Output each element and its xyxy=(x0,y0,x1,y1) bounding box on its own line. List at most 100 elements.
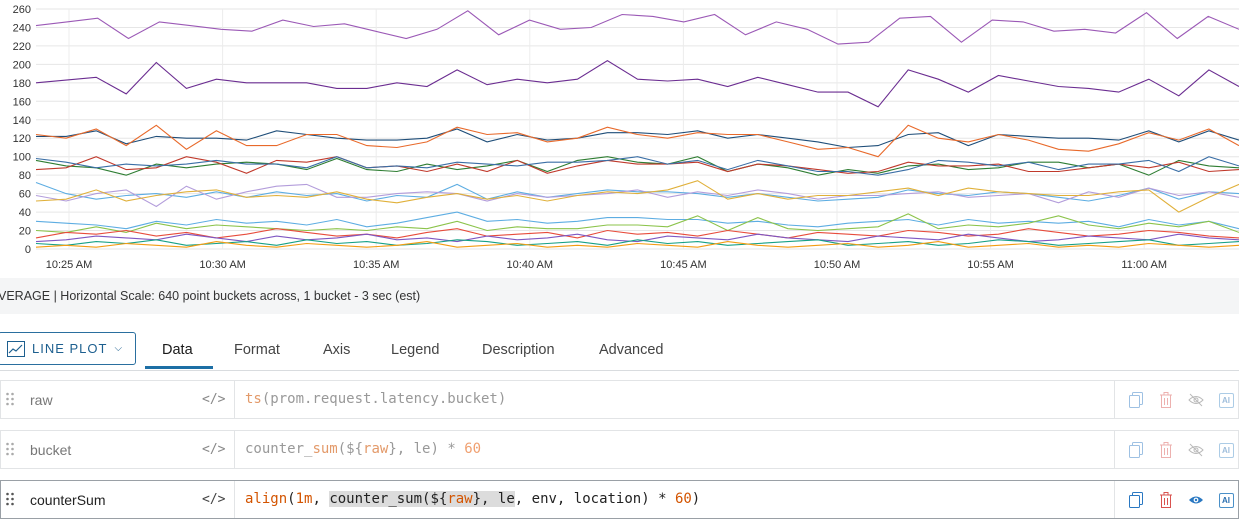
y-tick-label: 260 xyxy=(13,4,31,16)
series-line xyxy=(35,156,1239,176)
expression-token: ( xyxy=(287,491,296,507)
series-line xyxy=(35,180,1239,213)
copy-icon[interactable] xyxy=(1127,391,1145,409)
y-tick-label: 200 xyxy=(13,59,31,71)
x-tick-label: 10:35 AM xyxy=(353,259,399,271)
copy-icon[interactable] xyxy=(1127,491,1145,509)
y-tick-label: 240 xyxy=(13,22,31,34)
drag-handle-icon[interactable] xyxy=(5,442,15,458)
tab-legend[interactable]: Legend xyxy=(391,342,439,358)
x-axis-ticks: 10:25 AM 10:30 AM 10:35 AM 10:40 AM 10:45 AM… xyxy=(46,259,1167,271)
chevron-down-icon: ⌵ xyxy=(114,343,124,354)
y-tick-label: 140 xyxy=(13,115,31,127)
ai-icon-label: AI xyxy=(1218,392,1234,408)
y-tick-label: 0 xyxy=(25,244,31,256)
divider xyxy=(1114,481,1115,518)
y-tick-label: 20 xyxy=(19,226,31,238)
series-line xyxy=(35,124,1239,158)
y-axis-ticks: 0 20 40 60 80 100 120 140 160 180 200 220 240 260 xyxy=(13,4,31,256)
y-tick-label: 220 xyxy=(13,41,31,53)
ai-icon[interactable]: AI xyxy=(1217,391,1235,409)
tab-axis[interactable]: Axis xyxy=(323,342,350,358)
tab-description[interactable]: Description xyxy=(482,342,555,358)
series-line xyxy=(35,233,1239,243)
code-icon[interactable]: </> xyxy=(202,442,225,457)
x-tick-label: 11:00 AM xyxy=(1121,259,1167,271)
info-bar: VERAGE | Horizontal Scale: 640 point buc… xyxy=(0,278,1239,314)
series-line xyxy=(35,156,1239,174)
y-tick-label: 180 xyxy=(13,78,31,90)
query-row[interactable]: raw </> ts(prom.request.latency.bucket) AI xyxy=(0,380,1239,419)
expression-token: sum xyxy=(312,441,338,457)
series-line xyxy=(35,241,1239,248)
y-tick-label: 120 xyxy=(13,133,31,145)
plot-type-label: LINE PLOT xyxy=(32,341,108,356)
divider xyxy=(234,481,235,518)
series-line xyxy=(35,156,1239,176)
x-tick-label: 10:50 AM xyxy=(814,259,860,271)
trash-icon[interactable] xyxy=(1157,491,1175,509)
plot-type-dropdown[interactable]: LINE PLOT ⌵ xyxy=(0,332,136,365)
query-name[interactable]: counterSum xyxy=(30,492,105,508)
chart-grid xyxy=(36,8,1239,250)
copy-icon[interactable] xyxy=(1127,441,1145,459)
x-tick-label: 10:30 AM xyxy=(199,259,245,271)
trash-icon[interactable] xyxy=(1157,441,1175,459)
y-tick-label: 40 xyxy=(19,207,31,219)
query-row[interactable]: bucket </> counter_sum(${raw}, le) * 60 AI xyxy=(0,430,1239,469)
drag-handle-icon[interactable] xyxy=(5,492,15,508)
series-line xyxy=(35,181,1239,202)
expression-token: raw xyxy=(447,491,473,507)
expression-token: , env, location) * xyxy=(514,491,675,507)
expression-token: align xyxy=(245,491,288,507)
tab-format[interactable]: Format xyxy=(234,342,280,358)
expression-token: ts xyxy=(245,391,262,407)
code-icon[interactable]: </> xyxy=(202,492,225,507)
query-name[interactable]: bucket xyxy=(30,442,71,458)
eye-icon[interactable] xyxy=(1187,491,1205,509)
active-tab-indicator xyxy=(145,366,213,369)
expression-token: 1m xyxy=(295,491,313,507)
expression-token: , xyxy=(312,491,330,507)
expression-token: raw xyxy=(363,441,389,457)
ai-icon[interactable]: AI xyxy=(1217,441,1235,459)
eye-off-icon[interactable] xyxy=(1187,391,1205,409)
query-expression-input[interactable]: ts(prom.request.latency.bucket) xyxy=(245,391,506,407)
x-tick-label: 10:40 AM xyxy=(507,259,553,271)
series-line xyxy=(35,239,1239,246)
query-expression-input[interactable]: align(1m, counter_sum(${raw}, le, env, l… xyxy=(245,491,700,507)
divider xyxy=(1114,431,1115,468)
ai-icon-label: AI xyxy=(1218,442,1234,458)
divider xyxy=(1114,381,1115,418)
query-row[interactable]: counterSum </> align(1m, counter_sum(${raw… xyxy=(0,480,1239,519)
trash-icon[interactable] xyxy=(1157,391,1175,409)
y-tick-label: 80 xyxy=(19,170,31,182)
x-tick-label: 10:25 AM xyxy=(46,259,92,271)
expression-token: }, le xyxy=(472,491,515,507)
line-chart: 0 20 40 60 80 100 120 140 160 180 200 220 240 260 10:… xyxy=(0,0,1239,278)
horizontal-scale-info: VERAGE | Horizontal Scale: 640 point buc… xyxy=(0,289,421,303)
query-name[interactable]: raw xyxy=(30,392,53,408)
eye-off-icon[interactable] xyxy=(1187,441,1205,459)
divider xyxy=(234,381,235,418)
expression-token: (prom.request.latency.bucket) xyxy=(261,391,507,407)
tab-data[interactable]: Data xyxy=(162,342,193,358)
line-plot-icon xyxy=(7,340,25,357)
query-expression-input[interactable]: counter_sum(${raw}, le) * 60 xyxy=(245,441,481,457)
expression-token: (${ xyxy=(337,441,364,457)
query-actions: AI xyxy=(1127,391,1235,409)
series-line xyxy=(35,211,1239,230)
x-tick-label: 10:45 AM xyxy=(660,259,706,271)
expression-token: }, le) * xyxy=(388,441,465,457)
y-tick-label: 60 xyxy=(19,189,31,201)
drag-handle-icon[interactable] xyxy=(5,392,15,408)
expression-token: counter_ xyxy=(245,441,313,457)
code-icon[interactable]: </> xyxy=(202,392,225,407)
y-tick-label: 160 xyxy=(13,96,31,108)
ai-icon[interactable]: AI xyxy=(1217,491,1235,509)
tab-advanced[interactable]: Advanced xyxy=(599,342,664,358)
expression-token: counter_sum(${ xyxy=(329,491,448,507)
series-line xyxy=(35,60,1239,108)
query-actions: AI xyxy=(1127,491,1235,509)
ai-icon-label: AI xyxy=(1218,492,1234,508)
